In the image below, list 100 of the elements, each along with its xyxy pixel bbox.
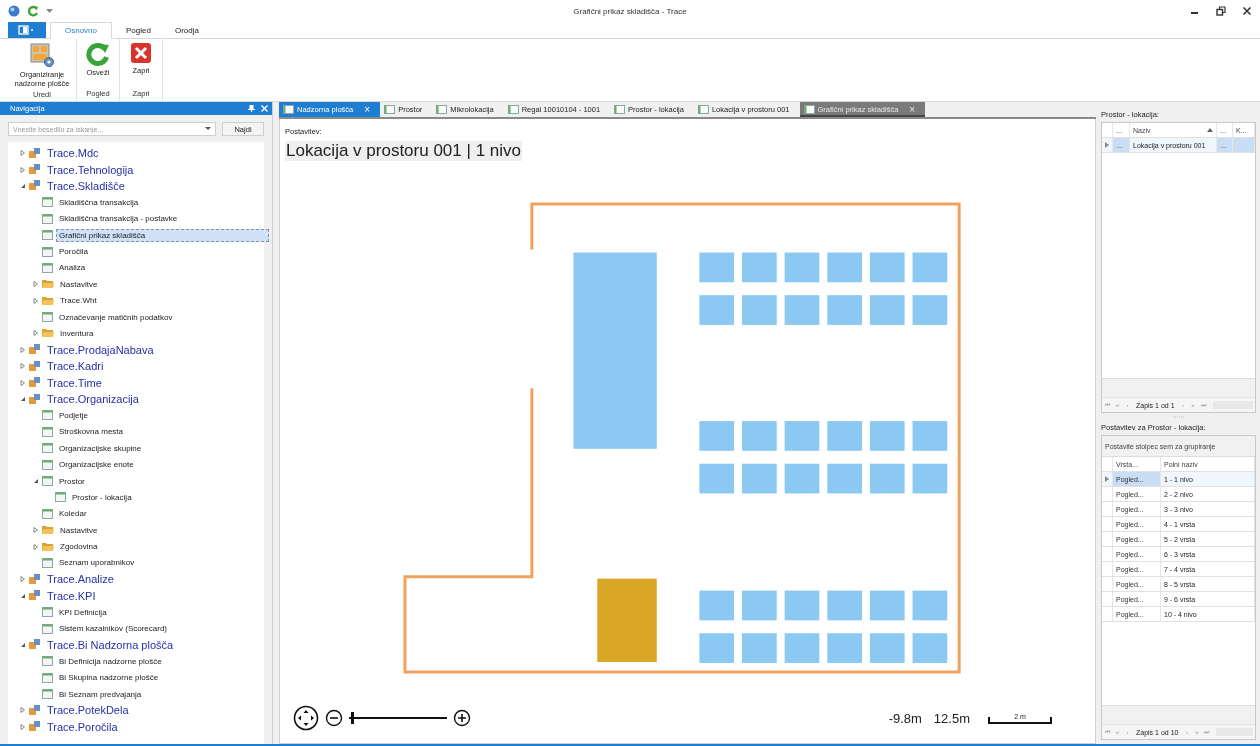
tree-item[interactable]: Označevanje matičnih podatkov — [56, 310, 176, 324]
tree-item[interactable]: Skladiščna transakcija - postavke — [56, 212, 181, 226]
page-icon — [42, 230, 53, 241]
tree-item[interactable]: Nastavitve — [57, 523, 101, 537]
tree-item[interactable]: Zgodovina — [57, 540, 101, 554]
tree-item[interactable]: Seznam uporabnikov — [56, 556, 138, 570]
storage-rack — [827, 633, 862, 663]
tree-item[interactable]: Poročila — [56, 245, 91, 259]
expander-icon[interactable] — [20, 363, 26, 370]
expander-icon[interactable] — [20, 396, 26, 403]
storage-rack — [869, 590, 905, 621]
tree-item[interactable]: Koledar — [56, 507, 90, 521]
expander-icon[interactable] — [33, 281, 39, 288]
tree-item[interactable]: Trace.Organizacija — [44, 391, 142, 408]
expander-icon[interactable] — [33, 543, 39, 550]
storage-rack — [742, 421, 777, 451]
expander-icon[interactable] — [33, 478, 39, 484]
storage-rack — [742, 463, 777, 494]
tree-item[interactable]: Podjetje — [56, 408, 91, 422]
pin-icon[interactable] — [248, 105, 255, 112]
tree-item[interactable]: Inventura — [57, 327, 97, 340]
coordinate-label: 12.5m — [933, 710, 970, 726]
storage-rack — [784, 295, 820, 325]
sort-ascending-icon — [1207, 128, 1213, 132]
tree-item[interactable]: Trace.Poročila — [44, 718, 121, 735]
module-icon — [29, 704, 41, 716]
module-icon — [29, 344, 41, 356]
slider-thumb[interactable] — [350, 712, 354, 724]
expander-icon[interactable] — [20, 723, 26, 730]
tree-item[interactable]: Trace.Kadri — [44, 358, 107, 375]
tree-item[interactable]: Trace.KPI — [44, 587, 99, 604]
storage-rack — [699, 252, 735, 283]
layout-title: Lokacija v prostoru 001 | 1 nivo — [285, 141, 522, 161]
tree-item[interactable]: Prostor - lokacija — [69, 490, 135, 504]
tree-item[interactable]: Trace.Time — [44, 374, 105, 391]
close-icon[interactable] — [1242, 6, 1252, 16]
expander-icon[interactable] — [20, 707, 26, 714]
tree-item[interactable]: Trace.Analize — [44, 571, 117, 588]
tree-item[interactable]: Nastavitve — [57, 277, 101, 291]
tree-item[interactable]: KPI Definicija — [56, 605, 110, 619]
tree-item[interactable]: Analiza — [56, 261, 89, 275]
expander-icon[interactable] — [20, 641, 26, 648]
tree-item[interactable]: Organizacijske skupine — [56, 441, 145, 455]
ribbon-tab[interactable]: Orodja — [164, 22, 209, 38]
expander-icon[interactable] — [20, 592, 26, 599]
dropdown-caret-icon[interactable] — [46, 8, 53, 14]
tree-item[interactable]: Skladiščna transakcija — [56, 195, 142, 209]
storage-rack — [699, 463, 735, 494]
tree-item[interactable]: Trace.Tehnologija — [44, 161, 137, 178]
storage-rack — [912, 295, 948, 325]
expander-icon[interactable] — [33, 330, 39, 337]
page-icon — [42, 476, 53, 486]
tree-item[interactable]: Trace.Bi Nadzorna plošča — [44, 636, 177, 653]
tree-item[interactable]: Grafični prikaz skladišča — [56, 228, 269, 242]
tree-item[interactable]: Bi Seznam predvajanja — [56, 687, 145, 701]
storage-rack — [912, 421, 948, 451]
tree-item[interactable]: Sistem kazalnikov (Scorecard) — [56, 622, 171, 635]
expander-icon[interactable] — [33, 297, 39, 304]
dropdown-caret-icon[interactable] — [205, 127, 211, 131]
page-icon — [42, 689, 53, 700]
expander-icon[interactable] — [20, 150, 26, 157]
expander-icon[interactable] — [20, 379, 26, 386]
table-icon — [436, 105, 448, 114]
restore-icon[interactable] — [1216, 6, 1226, 16]
tree-item[interactable]: Bi Skupina nadzorne plošče — [56, 671, 162, 685]
tree-item[interactable]: Trace.Skladišče — [44, 177, 128, 194]
page-icon — [42, 426, 53, 437]
expander-icon[interactable] — [33, 527, 39, 534]
module-icon — [29, 180, 41, 192]
tree-item[interactable]: Trace.Wht — [57, 294, 100, 308]
close-icon — [130, 42, 152, 64]
expander-icon[interactable] — [20, 346, 26, 353]
page-icon — [42, 508, 53, 519]
ribbon-tab[interactable]: Osnovno — [50, 22, 113, 39]
table-icon — [697, 105, 709, 114]
tree-item[interactable]: Prostor — [56, 474, 88, 488]
zoom-out-icon[interactable] — [325, 709, 343, 727]
expander-icon[interactable] — [20, 166, 26, 173]
app-logo-icon — [8, 5, 20, 17]
zoom-in-icon[interactable] — [453, 709, 471, 727]
tree-item[interactable]: Bi Definicija nadzorne plošče — [56, 654, 165, 668]
ribbon-tab[interactable]: Pogled — [116, 22, 161, 38]
expander-icon[interactable] — [20, 576, 26, 583]
refresh-icon[interactable] — [27, 5, 39, 17]
zoom-slider[interactable] — [349, 711, 447, 725]
expander-icon[interactable] — [20, 182, 26, 189]
folder-icon — [42, 295, 54, 306]
tree-item[interactable]: Trace.PotekDela — [44, 702, 132, 719]
row-indicator-icon — [1105, 476, 1109, 482]
page-icon — [42, 262, 53, 273]
tree-item[interactable]: Stroškovna mesta — [56, 425, 127, 439]
tree-item[interactable]: Trace.ProdajaNabava — [44, 341, 157, 358]
application-menu-button[interactable] — [8, 22, 46, 38]
tree-item[interactable]: Organizacijske enote — [56, 458, 137, 472]
storage-rack — [784, 633, 820, 663]
storage-rack — [869, 252, 905, 283]
tree-item[interactable]: Trace.Mdc — [44, 145, 102, 162]
page-icon — [42, 197, 53, 208]
pan-control-icon[interactable] — [293, 705, 319, 731]
storage-rack — [869, 421, 905, 451]
